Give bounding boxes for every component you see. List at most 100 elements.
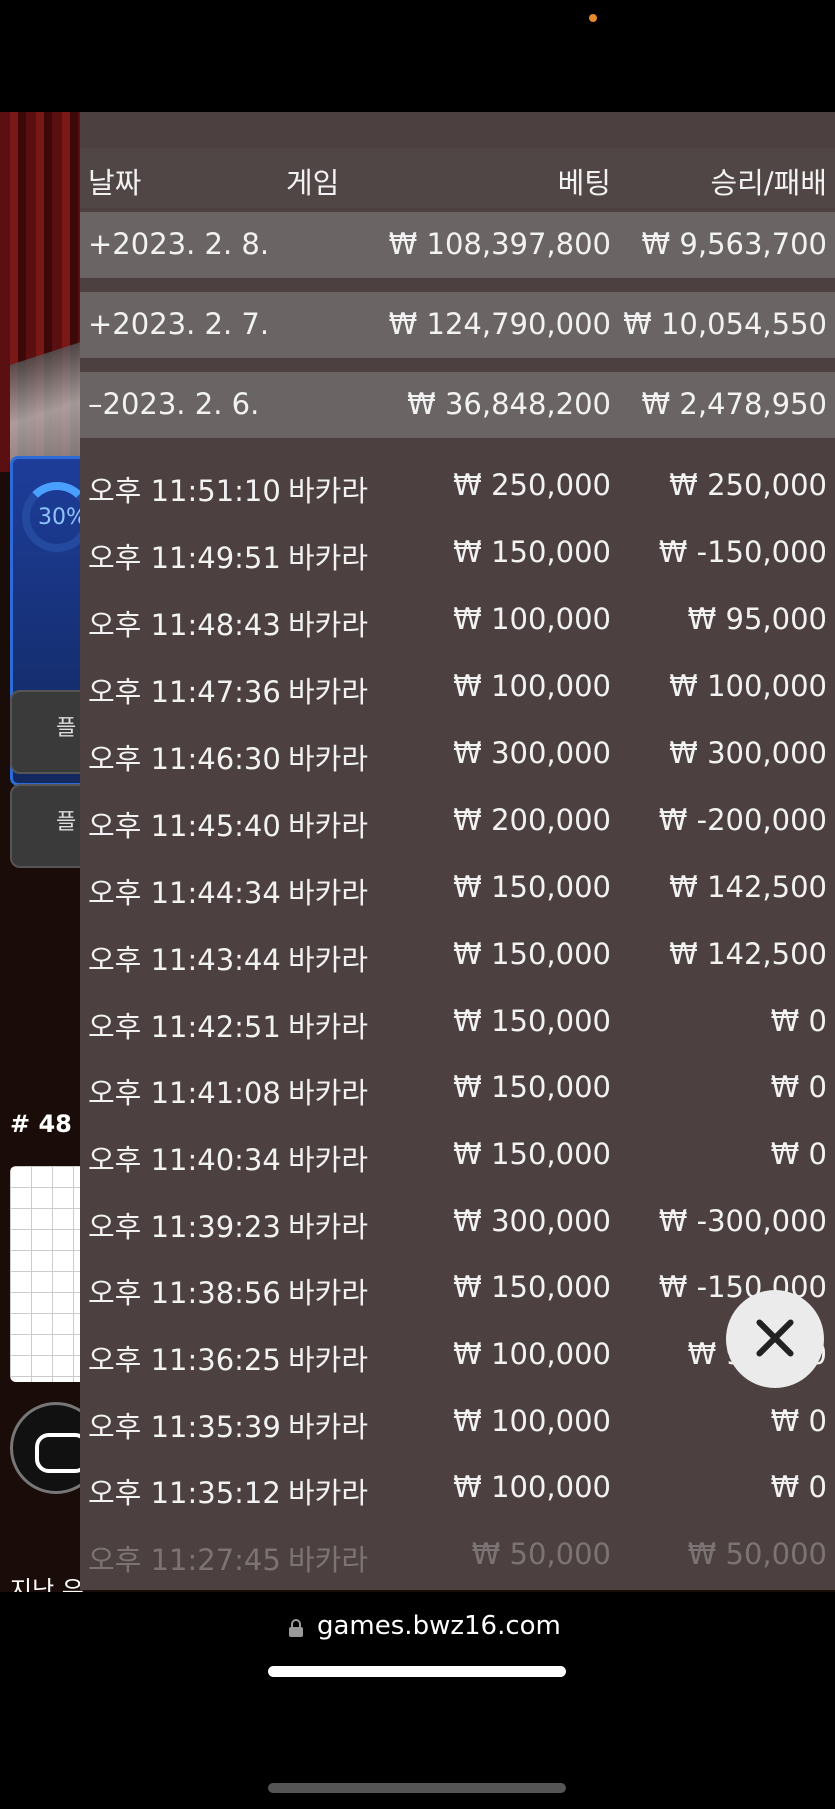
bet-time: 오후 11:36:25	[88, 1343, 281, 1377]
bet-amount: ₩ 100,000	[453, 1337, 611, 1371]
bet-time: 오후 11:49:51	[88, 541, 281, 575]
side-button-1-label: 플	[56, 716, 77, 741]
bet-time: 오후 11:35:39	[88, 1410, 281, 1444]
scoreboard-grid[interactable]	[10, 1166, 90, 1382]
bet-row[interactable]: 오후 11:45:40 바카라 ₩ 200,000 ₩ -200,000	[80, 791, 835, 851]
bet-game: 바카라	[288, 1276, 369, 1310]
bet-time: 오후 11:41:08	[88, 1076, 281, 1110]
bet-amount: ₩ 300,000	[453, 736, 611, 770]
day-winloss: ₩ 10,054,550	[623, 307, 827, 341]
bet-row[interactable]: 오후 11:36:25바카라₩ 100,000₩ 95,000	[80, 1325, 835, 1385]
bet-row[interactable]: 오후 11:51:10 바카라 ₩ 250,000 ₩ 250,000	[80, 456, 835, 516]
bet-time: 오후 11:40:34	[88, 1143, 281, 1177]
browser-url-bar[interactable]: games.bwz16.com	[0, 1595, 835, 1809]
close-icon[interactable]	[726, 1290, 824, 1388]
bet-time: 오후 11:44:34	[88, 876, 281, 910]
bet-winloss: ₩ 0	[770, 1070, 827, 1104]
bet-winloss: ₩ 0	[770, 1404, 827, 1438]
bet-game: 바카라	[288, 1143, 369, 1177]
bet-row[interactable]: 오후 11:47:36 바카라 ₩ 100,000 ₩ 100,000	[80, 657, 835, 717]
bet-time: 오후 11:48:43	[88, 608, 281, 642]
bet-game: 바카라	[288, 1010, 369, 1044]
bet-row[interactable]: 오후 11:42:51 바카라 ₩ 150,000 ₩ 0	[80, 992, 835, 1052]
bet-time: 오후 11:42:51	[88, 1010, 281, 1044]
header-date: 날짜	[88, 166, 142, 200]
bet-amount: ₩ 150,000	[453, 1270, 611, 1304]
day-row[interactable]: +2023. 2. 8. ₩ 108,397,800 ₩ 9,563,700	[80, 212, 835, 278]
day-bet: ₩ 36,848,200	[407, 387, 611, 421]
header-bet: 베팅	[557, 166, 611, 200]
bet-winloss: ₩ 100,000	[669, 669, 827, 703]
bet-row[interactable]: 오후 11:41:08 바카라 ₩ 150,000 ₩ 0	[80, 1058, 835, 1118]
bet-time: 오후 11:47:36	[88, 675, 281, 709]
history-label: 지난 우	[10, 1576, 84, 1592]
bet-game: 바카라	[288, 1543, 369, 1577]
bet-winloss: ₩ -200,000	[658, 803, 827, 837]
bet-amount: ₩ 50,000	[471, 1537, 611, 1571]
bet-time: 오후 11:51:10	[88, 474, 281, 508]
bet-amount: ₩ 100,000	[453, 1404, 611, 1438]
bet-game: 바카라	[288, 541, 369, 575]
bet-game: 바카라	[288, 675, 369, 709]
bet-winloss: ₩ 142,500	[669, 870, 827, 904]
bet-amount: ₩ 150,000	[453, 870, 611, 904]
table-header: 날짜 게임 베팅 승리/패배	[80, 148, 835, 208]
bet-amount: ₩ 150,000	[453, 937, 611, 971]
bet-game: 바카라	[288, 809, 369, 843]
side-button-1[interactable]: 플	[10, 690, 90, 774]
bet-game: 바카라	[288, 1476, 369, 1510]
bet-row[interactable]: 오후 11:27:45 바카라 ₩ 50,000 ₩ 50,000	[80, 1525, 835, 1585]
day-label: +2023. 2. 8.	[88, 227, 270, 261]
bet-amount: ₩ 100,000	[453, 669, 611, 703]
bet-row[interactable]: 오후 11:35:39 바카라 ₩ 100,000 ₩ 0	[80, 1392, 835, 1452]
bet-time: 오후 11:39:23	[88, 1210, 281, 1244]
bet-game: 바카라	[288, 1343, 369, 1377]
bet-row[interactable]: 오후 11:48:43 바카라 ₩ 100,000 ₩ 95,000	[80, 590, 835, 650]
bet-winloss: ₩ -300,000	[658, 1204, 827, 1238]
day-label: –2023. 2. 6.	[88, 387, 260, 421]
day-winloss: ₩ 9,563,700	[641, 227, 827, 261]
status-indicator-dot	[589, 14, 597, 22]
bet-game: 바카라	[288, 1210, 369, 1244]
bet-game: 바카라	[288, 1076, 369, 1110]
bet-winloss: ₩ 142,500	[669, 937, 827, 971]
bet-amount: ₩ 150,000	[453, 1137, 611, 1171]
bet-amount: ₩ 150,000	[453, 1070, 611, 1104]
bet-amount: ₩ 100,000	[453, 1470, 611, 1504]
bet-amount: ₩ 150,000	[453, 535, 611, 569]
bet-row[interactable]: 오후 11:39:23 바카라 ₩ 300,000 ₩ -300,000	[80, 1192, 835, 1252]
bet-time: 오후 11:43:44	[88, 943, 281, 977]
round-number: # 48	[10, 1110, 72, 1138]
bet-game: 바카라	[288, 943, 369, 977]
header-winloss: 승리/패배	[710, 166, 828, 200]
bet-game: 바카라	[288, 608, 369, 642]
bet-amount: ₩ 150,000	[453, 1004, 611, 1038]
url-text[interactable]: games.bwz16.com	[317, 1611, 561, 1641]
lock-icon	[289, 1619, 303, 1637]
bet-amount: ₩ 200,000	[453, 803, 611, 837]
bet-time: 오후 11:27:45	[88, 1543, 281, 1577]
day-bet: ₩ 124,790,000	[388, 307, 611, 341]
browser-handle-bar[interactable]	[268, 1666, 566, 1677]
day-row[interactable]: +2023. 2. 7. ₩ 124,790,000 ₩ 10,054,550	[80, 292, 835, 358]
bet-game: 바카라	[288, 1410, 369, 1444]
bet-winloss: ₩ 0	[770, 1004, 827, 1038]
bet-game: 바카라	[288, 742, 369, 776]
bet-game: 바카라	[288, 876, 369, 910]
bet-row[interactable]: 오후 11:49:51 바카라 ₩ 150,000 ₩ -150,000	[80, 523, 835, 583]
day-label: +2023. 2. 7.	[88, 307, 270, 341]
home-indicator[interactable]	[268, 1783, 566, 1793]
bet-row[interactable]: 오후 11:43:44 바카라 ₩ 150,000 ₩ 142,500	[80, 925, 835, 985]
bet-row[interactable]: 오후 11:38:56 바카라 ₩ 150,000 ₩ -150,000	[80, 1258, 835, 1318]
bet-row[interactable]: 오후 11:40:34 바카라 ₩ 150,000 ₩ 0	[80, 1125, 835, 1185]
side-button-2[interactable]: 플	[10, 784, 90, 868]
bet-amount: ₩ 250,000	[453, 468, 611, 502]
bet-time: 오후 11:35:12	[88, 1476, 281, 1510]
bet-winloss: ₩ 95,000	[687, 602, 827, 636]
day-bet: ₩ 108,397,800	[388, 227, 611, 261]
bet-row[interactable]: 오후 11:44:34 바카라 ₩ 150,000 ₩ 142,500	[80, 858, 835, 918]
bet-row[interactable]: 오후 11:35:12 바카라 ₩ 100,000 ₩ 0	[80, 1458, 835, 1518]
day-row-expanded[interactable]: –2023. 2. 6. ₩ 36,848,200 ₩ 2,478,950	[80, 372, 835, 438]
bet-time: 오후 11:46:30	[88, 742, 281, 776]
bet-row[interactable]: 오후 11:46:30 바카라 ₩ 300,000 ₩ 300,000	[80, 724, 835, 784]
